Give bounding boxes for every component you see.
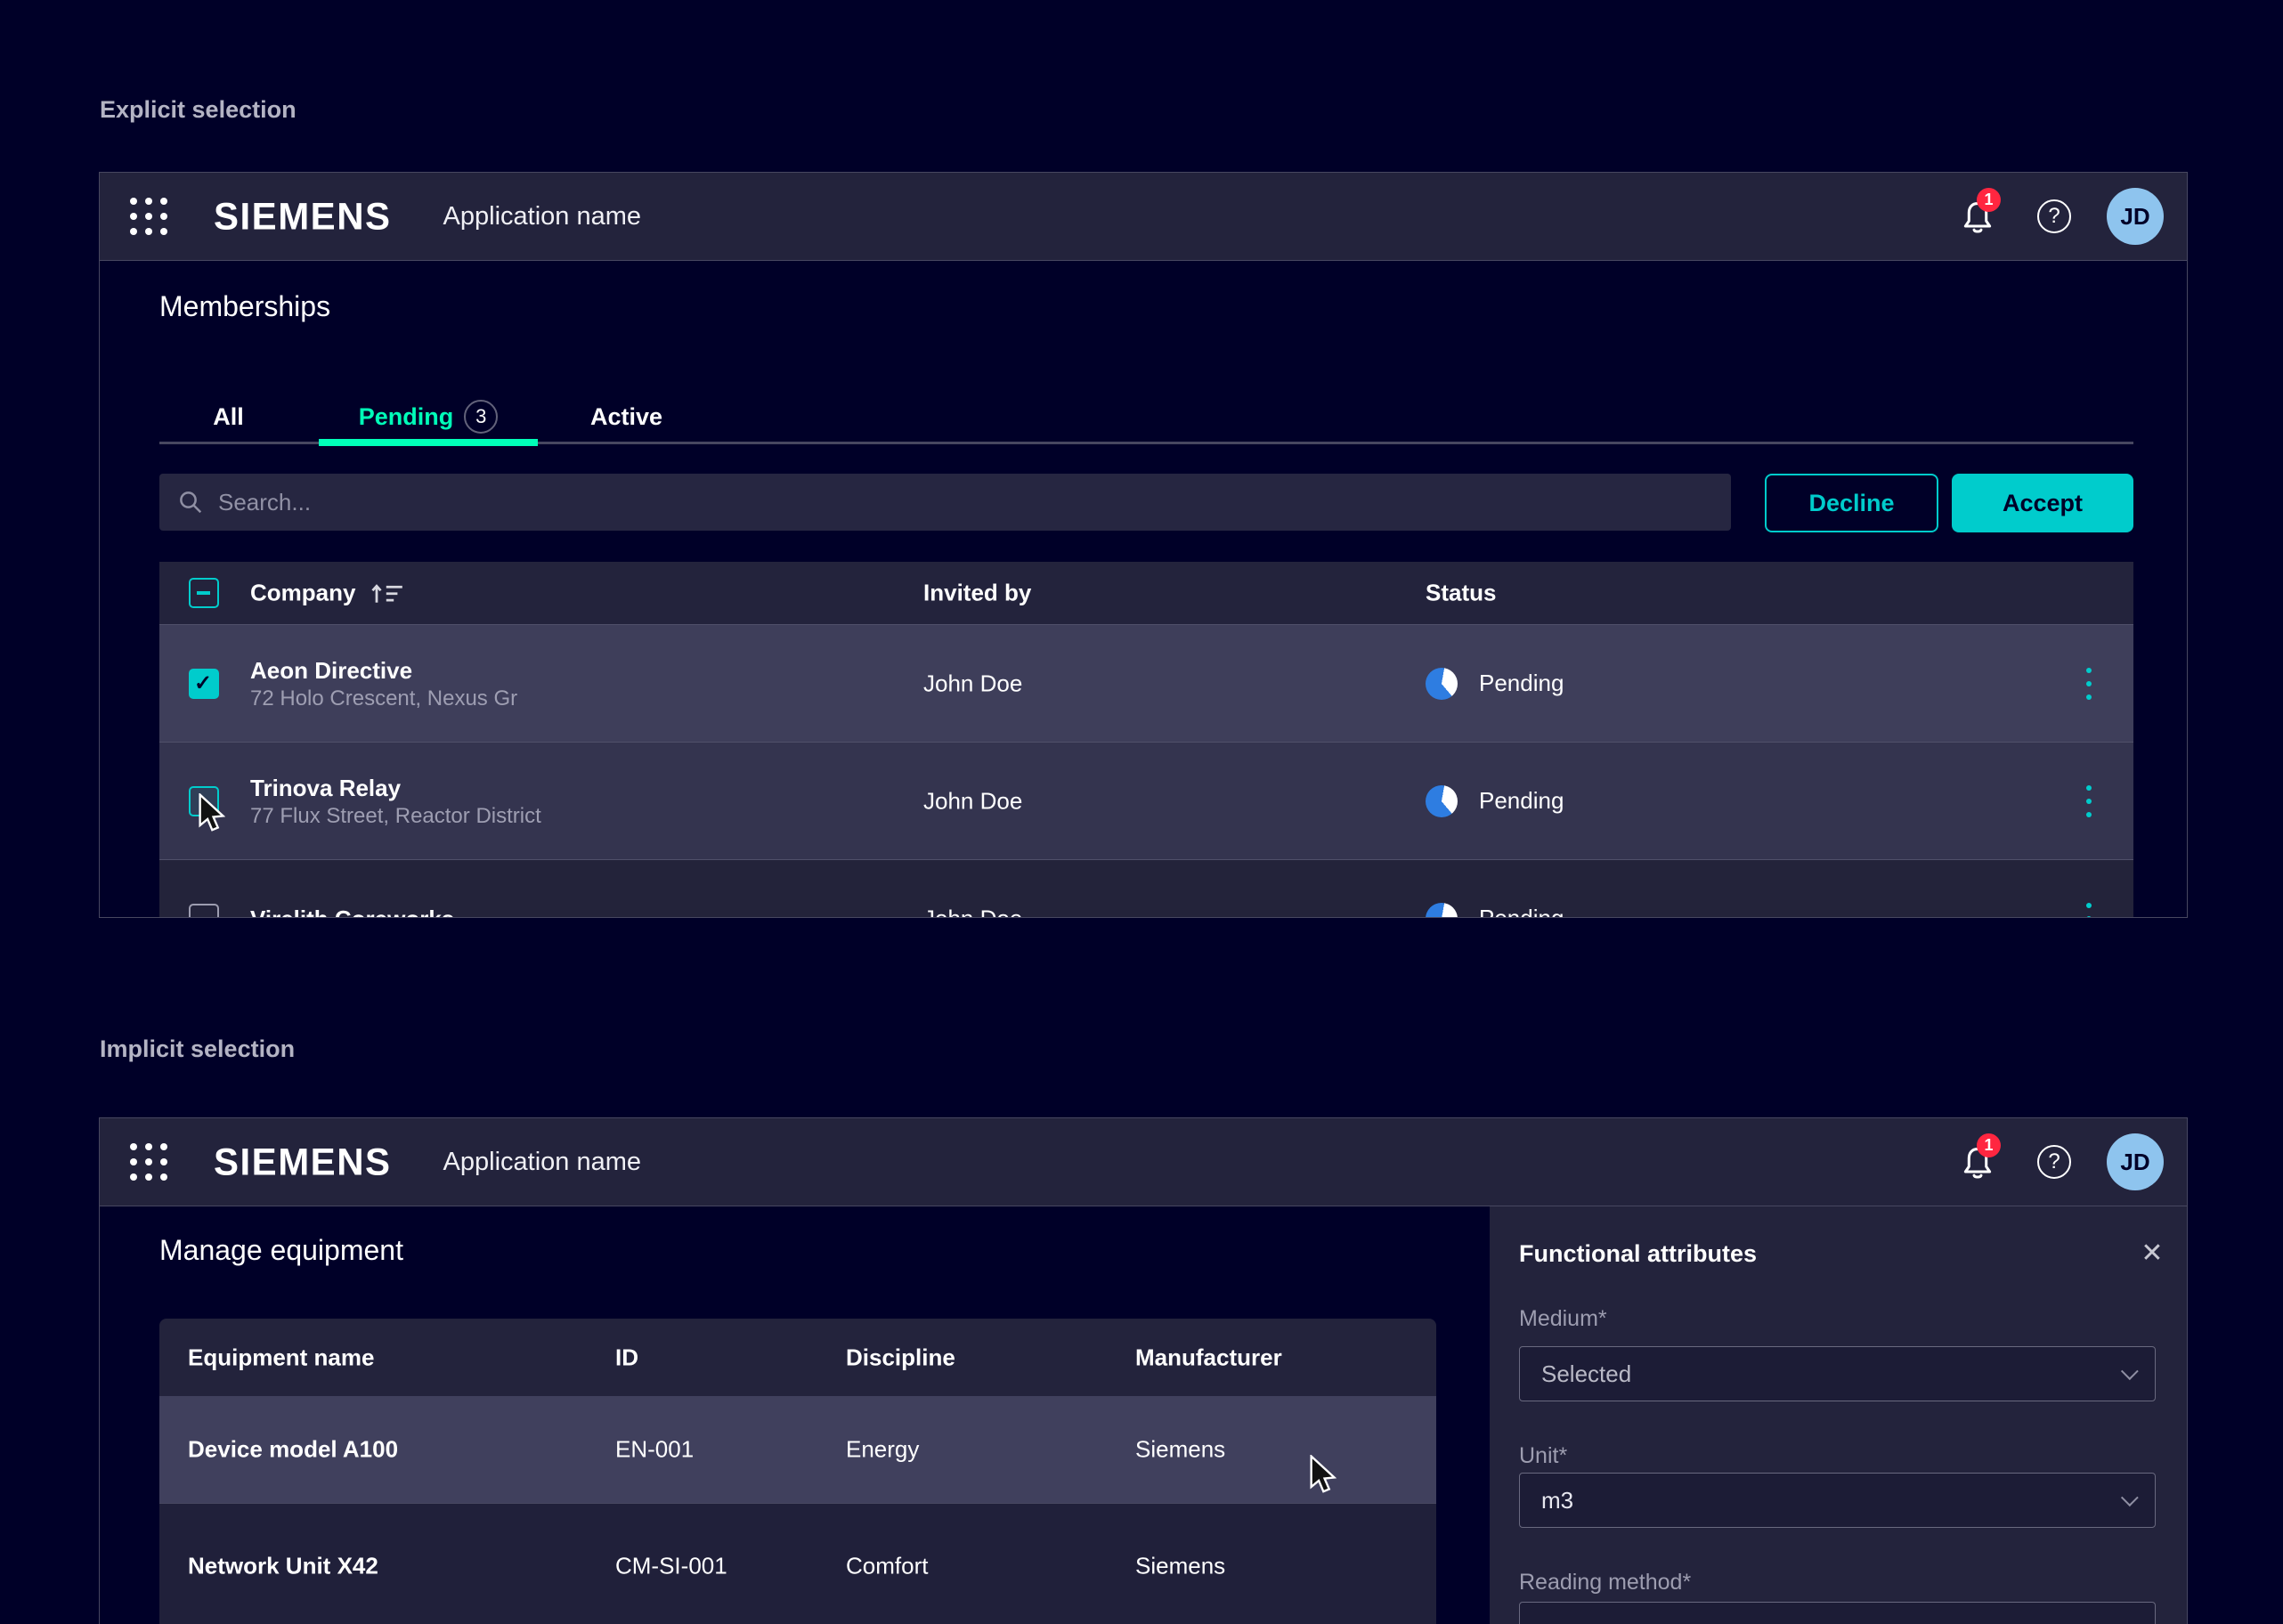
reading-method-label: Reading method* [1519, 1570, 1691, 1596]
chevron-down-icon [2121, 1618, 2139, 1624]
company-header-label: Company [250, 580, 355, 607]
active-tab-indicator [319, 439, 538, 446]
tab-active[interactable]: Active [557, 393, 695, 441]
row-checkbox-hover[interactable] [189, 786, 219, 816]
notification-badge: 1 [1977, 188, 2001, 212]
equipment-id: CM-SI-001 [615, 1552, 727, 1579]
table-row[interactable]: Device model A100 EN-001 Energy Siemens [159, 1396, 1436, 1503]
equipment-id: EN-001 [615, 1436, 694, 1464]
close-icon[interactable]: ✕ [2133, 1233, 2172, 1272]
equipment-window: SIEMENS Application name 1 ? JD Manage e… [99, 1117, 2188, 1624]
select-all-checkbox[interactable] [189, 578, 219, 608]
table-header-row: Equipment name ID Discipline Manufacture… [159, 1319, 1436, 1396]
notification-badge: 1 [1977, 1133, 2001, 1157]
siemens-logo: SIEMENS [214, 1141, 392, 1184]
status-pending-icon [1426, 785, 1458, 817]
search-icon [177, 489, 204, 516]
column-header-manufacturer: Manufacturer [1135, 1344, 1282, 1371]
app-launcher-icon[interactable] [128, 1141, 169, 1182]
row-checkbox-checked[interactable] [189, 669, 219, 699]
column-header-invited-by: Invited by [923, 580, 1031, 607]
reading-method-select[interactable] [1519, 1602, 2156, 1624]
company-name: Trinova Relay [250, 773, 541, 803]
status-label: Pending [1479, 670, 1564, 697]
app-header: SIEMENS Application name 1 ? JD [100, 1118, 2187, 1206]
equipment-table: Equipment name ID Discipline Manufacture… [159, 1319, 1436, 1624]
company-address: 77 Flux Street, Reactor District [250, 803, 541, 830]
equipment-discipline: Comfort [846, 1552, 928, 1579]
company-name: Aeon Directive [250, 655, 517, 686]
column-header-id: ID [615, 1344, 638, 1371]
status-label: Pending [1479, 905, 1564, 918]
section-label-explicit: Explicit selection [100, 96, 297, 124]
column-header-discipline: Discipline [846, 1344, 955, 1371]
memberships-table: Company Invited by Status Aeon Directive… [159, 562, 2133, 918]
section-label-implicit: Implicit selection [100, 1035, 295, 1063]
company-address: 72 Holo Crescent, Nexus Gr [250, 686, 517, 712]
medium-value: Selected [1541, 1360, 1631, 1388]
help-icon[interactable]: ? [2037, 1145, 2071, 1179]
medium-label: Medium* [1519, 1306, 1607, 1332]
chevron-down-icon [2121, 1489, 2139, 1506]
row-actions-kebab-menu[interactable] [2071, 776, 2107, 826]
invited-by-value: John Doe [923, 905, 1022, 918]
column-header-company[interactable]: Company [250, 580, 407, 607]
row-actions-kebab-menu[interactable] [2071, 659, 2107, 709]
table-row[interactable]: Aeon Directive 72 Holo Crescent, Nexus G… [159, 624, 2133, 742]
equipment-manufacturer: Siemens [1135, 1552, 1225, 1579]
notifications-button[interactable]: 1 [1959, 1141, 1996, 1182]
application-name: Application name [443, 1148, 641, 1177]
table-row[interactable]: Trinova Relay 77 Flux Street, Reactor Di… [159, 742, 2133, 859]
page-title: Manage equipment [159, 1234, 403, 1267]
row-checkbox-unchecked[interactable] [189, 904, 219, 919]
equipment-manufacturer: Siemens [1135, 1436, 1225, 1464]
invited-by-value: John Doe [923, 787, 1022, 815]
tab-pending[interactable]: Pending 3 [319, 393, 538, 441]
sort-ascending-icon [368, 580, 407, 606]
company-name: Virelith Coreworks [250, 904, 454, 919]
panel-title: Functional attributes [1519, 1240, 1757, 1268]
table-header-row: Company Invited by Status [159, 562, 2133, 624]
functional-attributes-panel: Functional attributes ✕ Medium* Selected… [1490, 1206, 2188, 1624]
invited-by-value: John Doe [923, 670, 1022, 697]
column-header-status: Status [1426, 580, 1496, 607]
row-actions-kebab-menu[interactable] [2071, 894, 2107, 919]
help-icon[interactable]: ? [2037, 199, 2071, 233]
siemens-logo: SIEMENS [214, 195, 392, 239]
equipment-name: Network Unit X42 [188, 1552, 378, 1579]
avatar[interactable]: JD [2107, 188, 2164, 245]
chevron-down-icon [2121, 1362, 2139, 1380]
status-pending-icon [1426, 903, 1458, 919]
avatar[interactable]: JD [2107, 1133, 2164, 1190]
search-input[interactable] [218, 489, 1731, 516]
app-launcher-icon[interactable] [128, 196, 169, 237]
unit-select[interactable]: m3 [1519, 1473, 2156, 1528]
application-name: Application name [443, 202, 641, 231]
tab-bar: All Pending 3 Active [159, 393, 695, 441]
memberships-window: SIEMENS Application name 1 ? JD Membersh… [99, 172, 2188, 918]
status-label: Pending [1479, 787, 1564, 815]
column-header-equipment-name: Equipment name [188, 1344, 374, 1371]
tab-all[interactable]: All [159, 393, 297, 441]
search-box [159, 474, 1731, 531]
table-row[interactable]: Virelith Coreworks John Doe Pending [159, 859, 2133, 918]
accept-button[interactable]: Accept [1952, 474, 2133, 532]
page-title: Memberships [159, 290, 330, 323]
decline-button[interactable]: Decline [1765, 474, 1938, 532]
unit-label: Unit* [1519, 1443, 1567, 1469]
status-pending-icon [1426, 668, 1458, 700]
tab-pending-label: Pending [359, 403, 454, 431]
tab-pending-count-badge: 3 [464, 400, 498, 434]
medium-select[interactable]: Selected [1519, 1346, 2156, 1401]
app-header: SIEMENS Application name 1 ? JD [100, 173, 2187, 261]
equipment-name: Device model A100 [188, 1436, 398, 1464]
unit-value: m3 [1541, 1487, 1573, 1514]
equipment-discipline: Energy [846, 1436, 919, 1464]
table-row[interactable]: Network Unit X42 CM-SI-001 Comfort Sieme… [159, 1503, 1436, 1624]
notifications-button[interactable]: 1 [1959, 196, 1996, 237]
